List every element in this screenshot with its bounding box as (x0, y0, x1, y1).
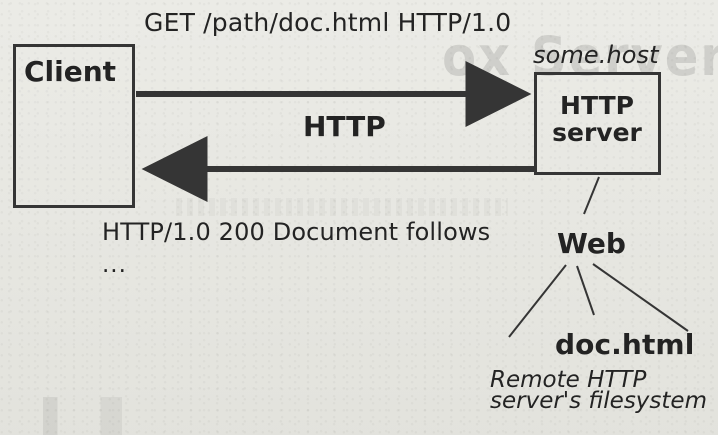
document-file-label: doc.html (555, 328, 695, 361)
web-branch-right (592, 263, 689, 332)
response-line: HTTP/1.0 200 Document follows (102, 218, 491, 246)
filesystem-caption: Remote HTTP server's filesystem (490, 367, 707, 415)
web-branch-middle (576, 265, 595, 316)
host-label: some.host (533, 41, 659, 69)
server-to-web-line (583, 176, 600, 215)
request-line: GET /path/doc.html HTTP/1.0 (144, 8, 512, 37)
web-branch-left (508, 264, 567, 338)
client-label: Client (24, 55, 117, 88)
web-label: Web (557, 227, 626, 260)
http-server-label: HTTP server (552, 91, 642, 147)
protocol-label: HTTP (303, 110, 386, 143)
response-ellipsis: ... (102, 252, 127, 278)
